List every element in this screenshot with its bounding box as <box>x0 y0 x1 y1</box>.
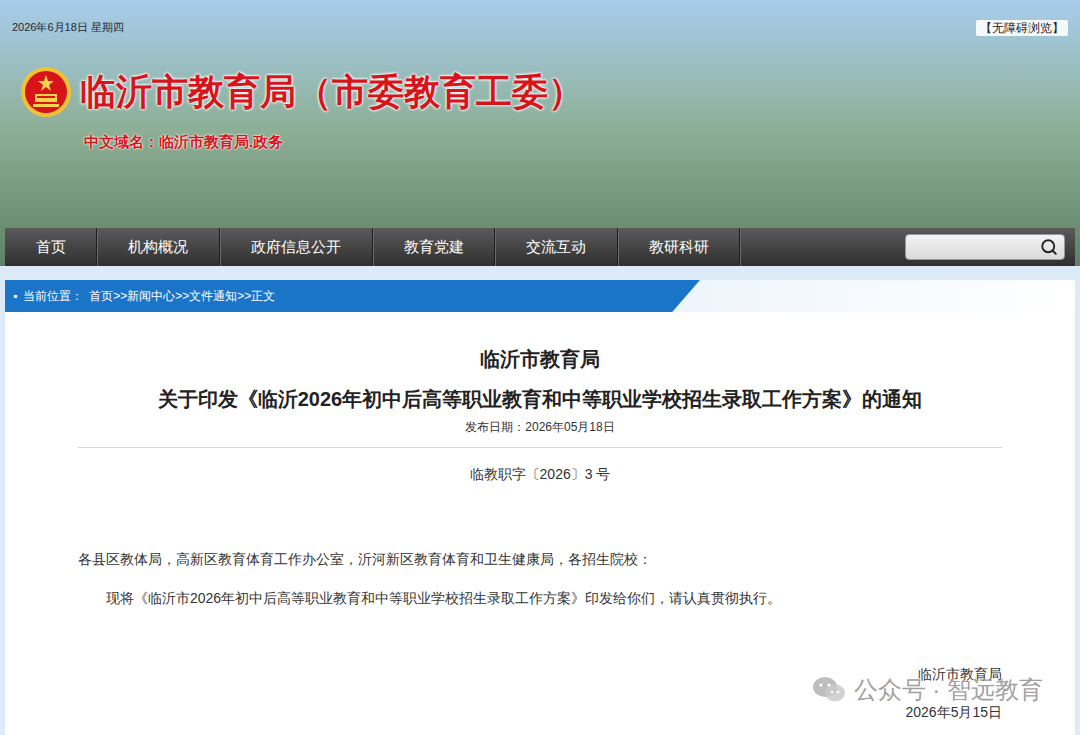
nav-item[interactable]: 首页 <box>5 228 97 266</box>
article-org: 临沂市教育局 <box>78 345 1002 373</box>
nav-item[interactable]: 交流互动 <box>495 228 618 266</box>
search-field[interactable] <box>905 234 1065 260</box>
watermark: 公众号 · 智远教育 <box>812 675 1043 705</box>
publish-date: 发布日期：2026年05月18日 <box>78 419 1002 435</box>
breadcrumb-path[interactable]: 首页>>新闻中心>>文件通知>>正文 <box>89 289 275 303</box>
accessibility-link[interactable]: 【无障碍浏览】 <box>976 20 1068 36</box>
banner-brand: 临沂市教育局（市委教育工委） <box>0 66 1080 118</box>
banner: 2026年6月18日 星期四 【无障碍浏览】临沂市教育局（市委教育工委） 中文域名：… <box>0 0 1080 266</box>
nav-item[interactable]: 教育党建 <box>373 228 495 266</box>
nav-item[interactable]: 政府信息公开 <box>220 228 373 266</box>
nav-item[interactable]: 机构概况 <box>97 228 220 266</box>
nav-bar: 首页机构概况政府信息公开教育党建交流互动教研科研 <box>5 228 1075 266</box>
signed-date: 2026年5月15日 <box>78 702 1002 722</box>
emblem-icon <box>20 66 72 118</box>
watermark-text: 公众号 · 智远教育 <box>854 675 1043 705</box>
page: 2026年6月18日 星期四 【无障碍浏览】临沂市教育局（市委教育工委） 中文域名：… <box>0 0 1080 735</box>
banner-top: 2026年6月18日 星期四 【无障碍浏览】 <box>0 0 1080 36</box>
site-title: 临沂市教育局（市委教育工委） <box>80 69 584 115</box>
body-paragraph: 现将《临沂市2026年初中后高等职业教育和中等职业学校招生录取工作方案》印发给你… <box>78 588 1002 608</box>
search-icon[interactable] <box>1040 238 1058 256</box>
breadcrumb: ▪当前位置：首页>>新闻中心>>文件通知>>正文 <box>13 288 275 304</box>
main: ▪当前位置：首页>>新闻中心>>文件通知>>正文临沂市教育局关于印发《临沂202… <box>0 266 1080 735</box>
signature: 临沂市教育局 <box>78 664 1002 684</box>
article-card: 临沂市教育局关于印发《临沂2026年初中后高等职业教育和中等职业学校招生录取工作… <box>5 312 1075 735</box>
domain-label: 中文域名：临沂市教育局.政务 <box>0 132 1080 152</box>
nav-item[interactable]: 教研科研 <box>618 228 740 266</box>
breadcrumb-bar: ▪当前位置：首页>>新闻中心>>文件通知>>正文 <box>5 280 1075 312</box>
doc-number: 临教职字〔2026〕3 号 <box>78 464 1002 484</box>
wechat-icon <box>812 676 846 704</box>
addressee: 各县区教体局，高新区教育体育工作办公室，沂河新区教育体育和卫生健康局，各招生院校… <box>78 549 1002 569</box>
divider <box>78 447 1002 448</box>
banner-date: 2026年6月18日 星期四 <box>12 20 124 34</box>
article-title: 关于印发《临沂2026年初中后高等职业教育和中等职业学校招生录取工作方案》的通知 <box>78 385 1002 413</box>
